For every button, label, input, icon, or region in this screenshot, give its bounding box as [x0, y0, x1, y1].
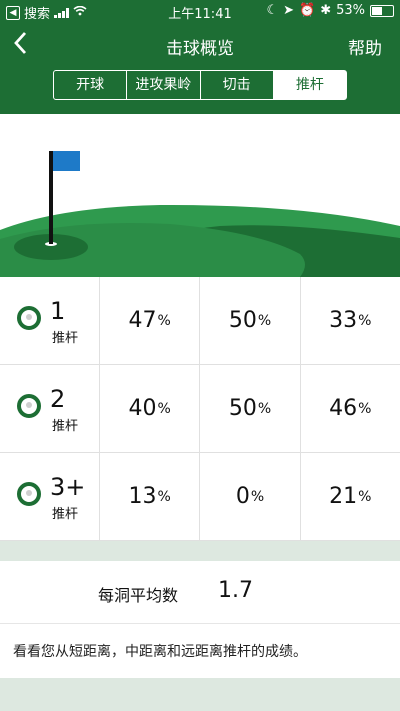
- battery-percent: 53%: [336, 3, 365, 18]
- moon-icon: ☾: [266, 3, 279, 18]
- nav-header: 击球概览 帮助 开球 进攻果岭 切击 推杆: [0, 22, 400, 114]
- stat-value: 47: [128, 308, 157, 333]
- tab-drive[interactable]: 开球: [54, 71, 128, 99]
- location-icon: ➤: [283, 3, 294, 18]
- row-label: 3+ 推杆: [0, 453, 100, 540]
- percent-sign: %: [257, 400, 272, 417]
- putt-count: 1: [50, 297, 66, 325]
- stat-cell: 47%: [100, 277, 201, 364]
- help-button[interactable]: 帮助: [348, 34, 382, 59]
- putt-unit: 推杆: [52, 419, 79, 434]
- description: 看看您从短距离，中距离和远距离推杆的成绩。: [0, 623, 400, 678]
- stat-value: 33: [329, 308, 358, 333]
- putt-unit: 推杆: [52, 331, 79, 346]
- battery-icon: [370, 4, 394, 17]
- col-header-short: 短距: [134, 131, 166, 149]
- bluetooth-icon: ✱: [320, 3, 332, 18]
- stat-cell: 50%: [200, 277, 301, 364]
- golf-ball-icon: [17, 394, 41, 418]
- segmented-tabs: 开球 进攻果岭 切击 推杆: [53, 70, 347, 100]
- stat-value: 13: [128, 484, 157, 509]
- stat-cell: 0%: [200, 453, 301, 540]
- average-row: 每洞平均数 1.7: [0, 561, 400, 623]
- flag-icon: [53, 151, 80, 171]
- golf-ball-icon: [17, 482, 41, 506]
- percent-sign: %: [250, 488, 265, 505]
- status-bar: ◀ 搜索 上午11:41 ☾ ➤ ⏰ ✱ 53%: [0, 0, 400, 22]
- stat-value: 21: [329, 484, 358, 509]
- row-label: 1 推杆: [0, 277, 100, 364]
- stat-cell: 21%: [301, 453, 400, 540]
- average-label: 每洞平均数: [98, 586, 179, 605]
- stat-cell: 46%: [301, 365, 400, 452]
- percent-sign: %: [157, 312, 171, 329]
- description-text: 看看您从短距离，中距离和远距离推杆的成绩。: [13, 644, 307, 660]
- alarm-icon: ⏰: [299, 3, 316, 18]
- col-header-long: 长距: [334, 131, 366, 149]
- percent-sign: %: [157, 400, 171, 417]
- stat-cell: 40%: [100, 365, 201, 452]
- percent-sign: %: [257, 312, 272, 329]
- stat-value: 40: [128, 396, 157, 421]
- stat-cell: 50%: [200, 365, 301, 452]
- page-title: 击球概览: [166, 39, 234, 59]
- tab-approach[interactable]: 进攻果岭: [127, 71, 201, 99]
- stat-value: 50: [228, 308, 257, 333]
- table-row: 2 推杆 40% 50% 46%: [0, 365, 400, 453]
- tab-chip[interactable]: 切击: [201, 71, 274, 99]
- stat-cell: 33%: [301, 277, 400, 364]
- stat-value: 50: [228, 396, 257, 421]
- golf-ball-icon: [17, 306, 41, 330]
- stat-value: 0: [235, 484, 250, 509]
- stat-cell: 13%: [100, 453, 201, 540]
- table-row: 3+ 推杆 13% 0% 21%: [0, 453, 400, 541]
- putt-stats-table: 1 推杆 47% 50% 33% 2 推杆 40% 50% 46% 3+ 推杆 …: [0, 277, 400, 541]
- col-header-mid: 中距: [234, 131, 266, 149]
- percent-sign: %: [358, 488, 372, 505]
- table-row: 1 推杆 47% 50% 33%: [0, 277, 400, 365]
- percent-sign: %: [358, 400, 372, 417]
- section-divider: [0, 541, 400, 561]
- average-value: 1.7: [218, 578, 253, 603]
- putt-count: 3+: [50, 473, 86, 501]
- bottom-strip: [0, 678, 400, 711]
- percent-sign: %: [358, 312, 372, 329]
- tab-putt[interactable]: 推杆: [273, 71, 346, 99]
- putt-count: 2: [50, 385, 66, 413]
- percent-sign: %: [157, 488, 171, 505]
- stat-value: 46: [329, 396, 358, 421]
- row-label: 2 推杆: [0, 365, 100, 452]
- putt-unit: 推杆: [52, 507, 79, 522]
